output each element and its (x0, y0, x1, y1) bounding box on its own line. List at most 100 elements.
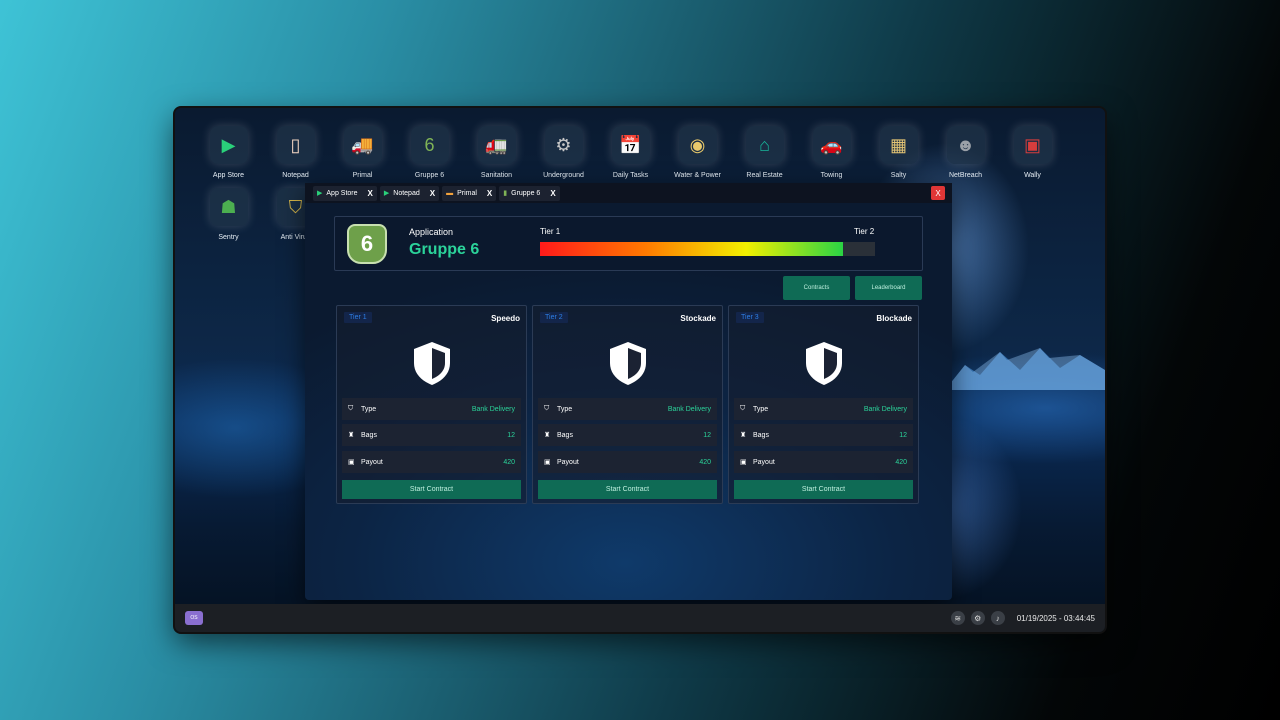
tab-gruppe6[interactable]: ▮ Gruppe 6 X (499, 185, 560, 201)
play-triangle-icon: ▶ (209, 126, 248, 164)
row-label: Bags (753, 431, 769, 439)
desktop-icon-label: Gruppe 6 (414, 172, 445, 179)
bell-icon[interactable]: ♪ (990, 611, 1005, 625)
tab-notepad[interactable]: ▶ Notepad X (379, 185, 440, 201)
tier-progress-end-label: Tier 2 (854, 227, 875, 236)
salty-icon: ▦ (879, 126, 918, 164)
desktop-icon-label: NetBreach (948, 172, 983, 179)
window-close-button[interactable]: X (931, 186, 945, 200)
row-label: Payout (753, 458, 775, 466)
desktop-icon-notepad[interactable]: ▯ Notepad (262, 126, 329, 179)
start-menu-button[interactable]: OS (185, 611, 203, 625)
desktop-icon-gruppe-6[interactable]: 6 Gruppe 6 (396, 126, 463, 179)
row-value: 12 (507, 431, 515, 439)
tab-close-button[interactable]: X (550, 189, 555, 198)
gruppe6-shield-icon: ▮ (503, 190, 508, 197)
desktop-icon-real-estate[interactable]: ⌂ Real Estate (731, 126, 798, 179)
garbage-truck-icon: 🚛 (477, 126, 516, 164)
contract-card-tier-2: Tier 2 Stockade ⛉ Type Bank Delivery ♜ B… (532, 305, 723, 504)
row-value: 420 (503, 458, 515, 466)
mask-icon: ☻ (946, 126, 985, 164)
house-icon: ⌂ (745, 126, 784, 164)
card-row-payout: ▣ Payout 420 (734, 451, 913, 473)
desktop-icon-label: Towing (820, 172, 843, 179)
tab-close-button[interactable]: X (368, 189, 373, 198)
notepad-icon: ▯ (276, 126, 315, 164)
tier-progress-start-label: Tier 1 (540, 227, 561, 236)
row-label: Payout (557, 458, 579, 466)
calendar-check-icon: 📅 (611, 126, 650, 164)
row-value: 420 (699, 458, 711, 466)
desktop-icon-label: App Store (212, 172, 245, 179)
tier-progress-fill (540, 242, 844, 256)
desktop-icon-wally[interactable]: ▣ Wally (999, 126, 1066, 179)
desktop-icons-row-1: ▶ App Store ▯ Notepad 🚚 Primal 6 Gruppe 6 🚛 Sanit… (195, 126, 1066, 179)
desktop-icon-underground[interactable]: ⚙ Underground (530, 126, 597, 179)
desktop-icon-salty[interactable]: ▦ Salty (865, 126, 932, 179)
gear-icon[interactable]: ⚙ (970, 611, 985, 625)
water-power-seal-icon: ◉ (678, 126, 717, 164)
sentry-agent-icon: ☗ (209, 188, 248, 226)
taskbar: OS ≋ ⚙ ♪ 01/19/2025 - 03:44:45 (175, 604, 1105, 632)
shield-small-icon: ⛉ (740, 405, 746, 412)
card-row-type: ⛉ Type Bank Delivery (538, 398, 717, 420)
wallet-icon: ▣ (1013, 126, 1052, 164)
start-contract-button[interactable]: Start Contract (734, 480, 913, 499)
card-row-type: ⛉ Type Bank Delivery (734, 398, 913, 420)
desktop-icon-label: Daily Tasks (612, 172, 649, 179)
desktop-icon-towing[interactable]: 🚗 Towing (798, 126, 865, 179)
desktop-icon-sentry[interactable]: ☗ Sentry (195, 188, 262, 241)
tier-progress-bar (540, 242, 875, 256)
card-row-type: ⛉ Type Bank Delivery (342, 398, 521, 420)
leaderboard-button[interactable]: Leaderboard (855, 276, 922, 300)
gruppe6-logo-icon: 6 (347, 224, 387, 264)
tier-badge: Tier 3 (736, 312, 764, 323)
money-bag-icon: ♜ (348, 432, 355, 439)
wifi-icon[interactable]: ≋ (950, 611, 965, 625)
row-label: Type (753, 405, 769, 413)
desktop-icon-label: Water & Power (674, 172, 721, 179)
start-contract-button[interactable]: Start Contract (342, 480, 521, 499)
card-row-payout: ▣ Payout 420 (342, 451, 521, 473)
tier-badge: Tier 2 (540, 312, 568, 323)
desktop-icon-netbreach[interactable]: ☻ NetBreach (932, 126, 999, 179)
tab-primal[interactable]: ▬ Primal X (442, 185, 497, 201)
contract-card-tier-1: Tier 1 Speedo ⛉ Type Bank Delivery ♜ Bag… (336, 305, 527, 504)
desktop-icon-label: Underground (543, 172, 584, 179)
desktop-icon-daily-tasks[interactable]: 📅 Daily Tasks (597, 126, 664, 179)
desktop-icon-water-power[interactable]: ◉ Water & Power (664, 126, 731, 179)
card-title: Blockade (876, 314, 912, 323)
row-label: Type (557, 405, 573, 413)
card-row-bags: ♜ Bags 12 (538, 424, 717, 446)
card-title: Speedo (491, 314, 520, 323)
desktop-icon-primal[interactable]: 🚚 Primal (329, 126, 396, 179)
taskbar-clock: 01/19/2025 - 03:44:45 (1016, 613, 1095, 623)
desktop-icon-label: Sanitation (480, 172, 513, 179)
desktop-icon-app-store[interactable]: ▶ App Store (195, 126, 262, 179)
desktop-icon-label: Primal (352, 172, 373, 179)
contracts-button[interactable]: Contracts (783, 276, 850, 300)
row-label: Payout (361, 458, 383, 466)
tab-label: Notepad (393, 189, 420, 197)
start-contract-button[interactable]: Start Contract (538, 480, 717, 499)
shield-icon (610, 342, 646, 385)
desktop-icon-label: Notepad (282, 172, 309, 179)
tab-label: Gruppe 6 (511, 189, 541, 197)
card-title: Stockade (680, 314, 716, 323)
tier-badge: Tier 1 (344, 312, 372, 323)
contract-card-tier-3: Tier 3 Blockade ⛉ Type Bank Delivery ♜ B… (728, 305, 919, 504)
tab-close-button[interactable]: X (487, 189, 492, 198)
tab-close-button[interactable]: X (430, 189, 435, 198)
shield-icon (414, 342, 450, 385)
monitor-screen: ▶ App Store ▯ Notepad 🚚 Primal 6 Gruppe 6 🚛 Sanit… (175, 108, 1105, 632)
row-value: Bank Delivery (667, 405, 711, 413)
tab-app-store[interactable]: ▶ App Store X (313, 185, 377, 201)
cash-icon: ▣ (740, 459, 747, 466)
money-bag-icon: ♜ (544, 432, 551, 439)
desktop-icon-sanitation[interactable]: 🚛 Sanitation (463, 126, 530, 179)
cash-icon: ▣ (348, 459, 355, 466)
tow-truck-icon: 🚗 (812, 126, 851, 164)
tab-label: App Store (326, 189, 358, 197)
row-value: 12 (703, 431, 711, 439)
app-name: Gruppe 6 (409, 241, 480, 258)
